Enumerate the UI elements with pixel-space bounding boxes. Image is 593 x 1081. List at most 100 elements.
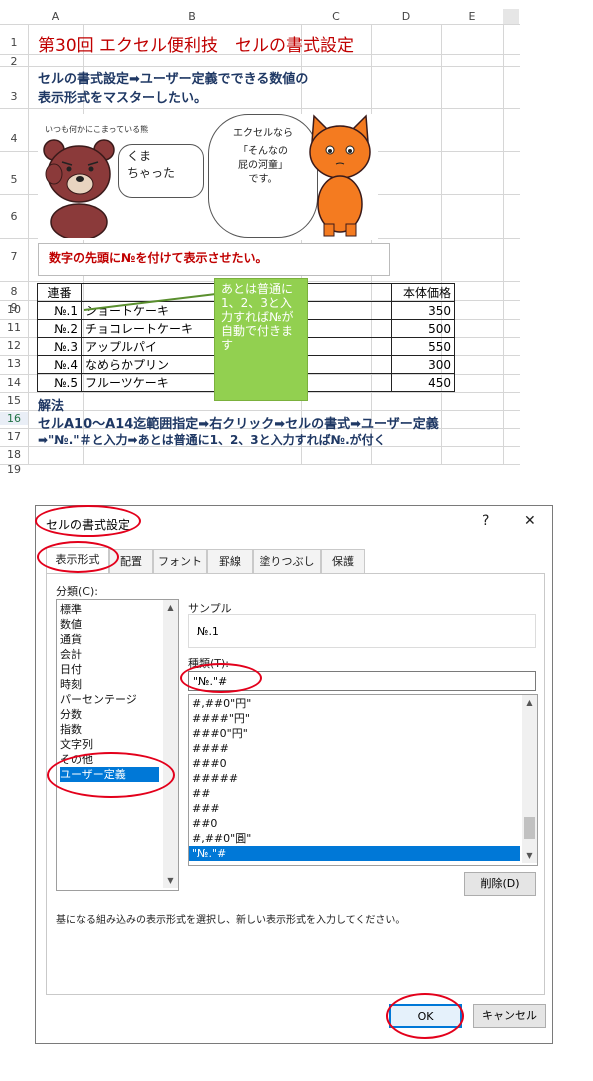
cell-number[interactable]: №.4 [37,355,82,374]
solution-line-2: ➡"№."＃と入力➡あとは普通に1、2、3と入力すれば№.が付く [38,433,386,447]
category-item[interactable]: 数値 [60,617,82,632]
category-item[interactable]: パーセンテージ [60,692,137,707]
delete-button[interactable]: 削除(D) [464,872,536,896]
highlight-ok-button [386,993,464,1039]
row-header-6[interactable]: 6 [0,210,28,223]
category-item[interactable]: 時刻 [60,677,82,692]
column-header-f[interactable] [503,9,519,25]
column-header-c[interactable]: C [301,10,371,24]
category-label: 分類(C): [56,585,98,598]
format-item[interactable]: ###0"円" [192,726,248,741]
category-item[interactable]: 指数 [60,722,82,737]
column-header-a[interactable]: A [28,10,83,24]
format-item[interactable]: #### [192,741,229,756]
cancel-button[interactable]: キャンセル [473,1004,546,1028]
sample-box: №.1 [188,614,536,648]
header-price[interactable]: 本体価格 [391,283,455,302]
sheet-title: 第30回 エクセル便利技 セルの書式設定 [38,36,355,56]
cell-price[interactable]: 350 [391,301,455,320]
format-scrollbar[interactable]: ▲ ▼ [522,695,537,863]
cell-price[interactable]: 550 [391,337,455,356]
category-scrollbar[interactable]: ▲ ▼ [163,600,178,888]
tab-protection[interactable]: 保護 [321,549,365,573]
intro-text: セルの書式設定➡ユーザー定義でできる数値の 表示形式をマスターしたい。 [38,70,308,108]
format-item[interactable]: #,##0"圓" [192,831,251,846]
green-note: あとは普通に1、2、3と入力すれば№が自動で付きます [214,278,308,401]
spreadsheet: A B C D E 1 2 3 4 5 6 7 8 9 10 11 12 13 … [0,0,521,476]
format-item[interactable]: ###0 [192,756,227,771]
scroll-up-icon[interactable]: ▲ [522,695,537,710]
row-header-4[interactable]: 4 [0,132,28,145]
row-header-15[interactable]: 15 [0,394,28,407]
solution-title: 解法 [38,399,65,414]
row-header-3[interactable]: 3 [0,90,28,103]
scroll-down-icon[interactable]: ▼ [522,848,537,863]
column-header-e[interactable]: E [441,10,503,24]
row-header-11[interactable]: 11 [0,321,28,334]
category-list[interactable]: 標準 数値 通貨 会計 日付 時刻 パーセンテージ 分数 指数 文字列 その他 … [56,599,179,891]
format-item-selected[interactable]: "№."# [189,846,520,861]
scroll-up-icon[interactable]: ▲ [163,600,178,615]
cell-price[interactable]: 450 [391,373,455,392]
description-text: 基になる組み込みの表示形式を選択し、新しい表示形式を入力してください。 [56,915,406,926]
column-header-b[interactable]: B [83,10,301,24]
category-item[interactable]: 通貨 [60,632,82,647]
task-text: 数字の先頭に№を付けて表示させたい。 [38,243,390,276]
format-item[interactable]: ### [192,801,220,816]
row-header-18[interactable]: 18 [0,448,28,461]
category-item[interactable]: 文字列 [60,737,93,752]
format-item[interactable]: ####"円" [192,711,250,726]
format-item[interactable]: ## [192,786,210,801]
cell-price[interactable]: 300 [391,355,455,374]
bear-speech-bubble: くま ちゃった [118,144,204,198]
close-button[interactable]: ✕ [524,513,536,529]
tab-border[interactable]: 罫線 [207,549,253,573]
cat-illustration [309,114,371,237]
row-header-2[interactable]: 2 [0,55,28,68]
column-header-d[interactable]: D [371,10,441,24]
highlight-dialog-title [35,505,141,537]
tab-fill[interactable]: 塗りつぶし [253,549,321,573]
cell-number[interactable]: №.3 [37,337,82,356]
category-item[interactable]: 会計 [60,647,82,662]
row-header-7[interactable]: 7 [0,250,28,263]
format-item[interactable]: ##### [192,771,238,786]
highlight-type-input [180,663,262,693]
header-number[interactable]: 連番 [37,283,82,302]
row-header-16[interactable]: 16 [0,412,28,425]
format-item[interactable]: #,##0"円" [192,696,251,711]
cell-price[interactable]: 500 [391,319,455,338]
help-button[interactable]: ? [482,513,489,529]
bear-caption: いつも何かにこまっている熊 [45,125,149,134]
cat-speech-bubble: エクセルなら 「そんなの 屁の河童」 です。 [208,114,318,238]
cell-number[interactable]: №.2 [37,319,82,338]
row-header-8[interactable]: 8 [0,285,28,298]
highlight-number-tab [37,541,119,573]
category-item[interactable]: 標準 [60,602,82,617]
scroll-down-icon[interactable]: ▼ [163,873,178,888]
row-header-12[interactable]: 12 [0,339,28,352]
bear-illustration [43,139,115,238]
intro-line-1: セルの書式設定➡ユーザー定義でできる数値の [38,72,309,87]
row-header-14[interactable]: 14 [0,376,28,389]
cell-number[interactable]: №.1 [37,301,82,320]
format-list[interactable]: #,##0"円" ####"円" ###0"円" #### ###0 #####… [188,694,538,866]
scroll-thumb[interactable] [524,817,535,839]
intro-line-2: 表示形式をマスターしたい。 [38,91,208,106]
solution-line-1: セルA10～A14迄範囲指定➡右クリック➡セルの書式➡ユーザー定義 [38,417,439,432]
cell-number[interactable]: №.5 [37,373,82,392]
row-header-1[interactable]: 1 [0,36,28,49]
highlight-custom-category [47,752,175,798]
row-header-13[interactable]: 13 [0,357,28,370]
row-header-10[interactable]: 10 [0,303,28,316]
cat-speech-line-3: 屁の河童」 [238,160,288,171]
cat-speech-line-1: エクセルなら [233,128,293,139]
row-header-19[interactable]: 19 [0,463,28,476]
row-header-5[interactable]: 5 [0,173,28,186]
category-item[interactable]: 分数 [60,707,82,722]
row-header-17[interactable]: 17 [0,430,28,443]
tab-font[interactable]: フォント [153,549,207,573]
format-item[interactable]: ##0 [192,816,217,831]
cat-speech-line-2: 「そんなの [238,146,288,157]
category-item[interactable]: 日付 [60,662,82,677]
